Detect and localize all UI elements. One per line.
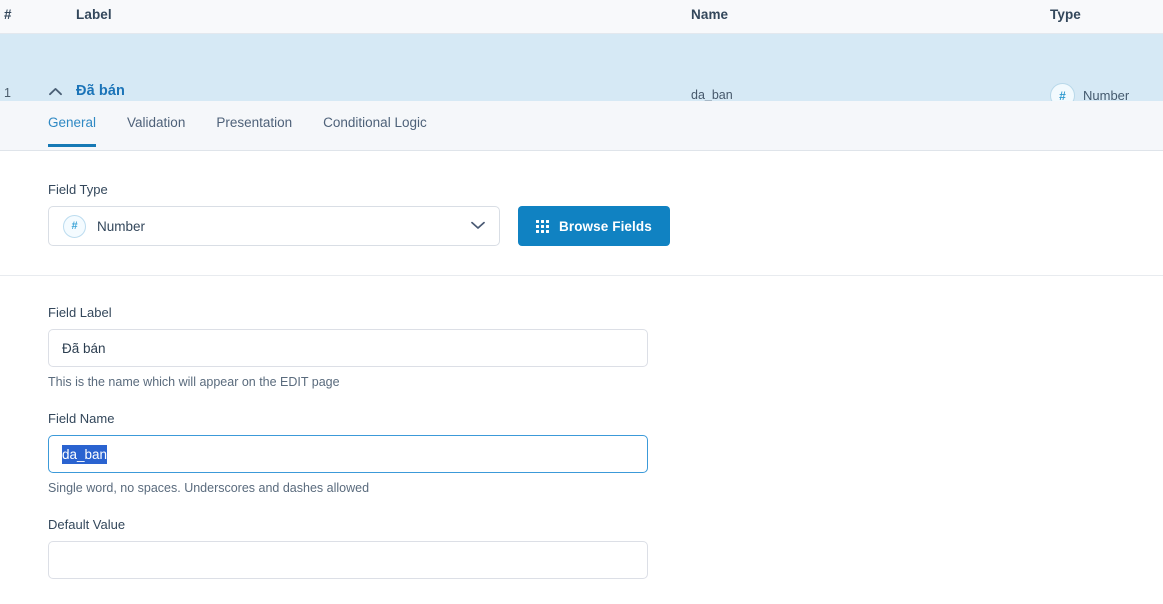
field-label-help: This is the name which will appear on th… <box>48 375 1115 389</box>
fields-table-header: # Label Name Type <box>0 0 1163 34</box>
tab-validation[interactable]: Validation <box>127 101 185 147</box>
grid-icon <box>536 220 549 233</box>
field-settings-form: Field Type # Number Browse Fields Field … <box>0 151 1163 579</box>
field-name-selected-text: da_ban <box>62 445 107 464</box>
tab-general[interactable]: General <box>48 101 96 147</box>
chevron-down-icon[interactable] <box>471 217 485 235</box>
field-type-section: Field Type # Number Browse Fields <box>0 151 1163 275</box>
default-value-input[interactable] <box>48 541 648 579</box>
field-name-input[interactable]: da_ban <box>48 435 648 473</box>
row-index: 1 <box>4 86 11 100</box>
column-header-label: Label <box>76 7 112 22</box>
browse-fields-label: Browse Fields <box>559 219 652 234</box>
default-value-section: Default Value <box>0 495 1163 579</box>
field-label-label: Field Label <box>48 305 1115 320</box>
tab-presentation[interactable]: Presentation <box>216 101 292 147</box>
chevron-up-icon[interactable] <box>44 82 66 100</box>
column-header-type: Type <box>1050 7 1081 22</box>
number-type-icon: # <box>63 215 86 238</box>
row-field-title[interactable]: Đã bán <box>76 83 245 100</box>
row-field-name: da_ban <box>691 88 733 102</box>
table-row[interactable]: 1 Đã bán Edit Duplicate Move Delete da_b… <box>0 34 1163 101</box>
field-name-label: Field Name <box>48 411 1115 426</box>
browse-fields-button[interactable]: Browse Fields <box>518 206 670 246</box>
field-label-input[interactable] <box>48 329 648 367</box>
field-type-value: Number <box>97 219 145 234</box>
field-type-select[interactable]: # Number <box>48 206 500 246</box>
field-label-section: Field Label This is the name which will … <box>0 276 1163 389</box>
field-type-label: Field Type <box>48 182 1115 197</box>
column-header-name: Name <box>691 7 728 22</box>
field-name-help: Single word, no spaces. Underscores and … <box>48 481 1115 495</box>
field-settings-tabs: General Validation Presentation Conditio… <box>0 101 1163 151</box>
default-value-label: Default Value <box>48 517 1115 532</box>
tab-conditional-logic[interactable]: Conditional Logic <box>323 101 427 147</box>
field-name-section: Field Name da_ban Single word, no spaces… <box>0 389 1163 495</box>
column-header-number: # <box>4 7 12 22</box>
